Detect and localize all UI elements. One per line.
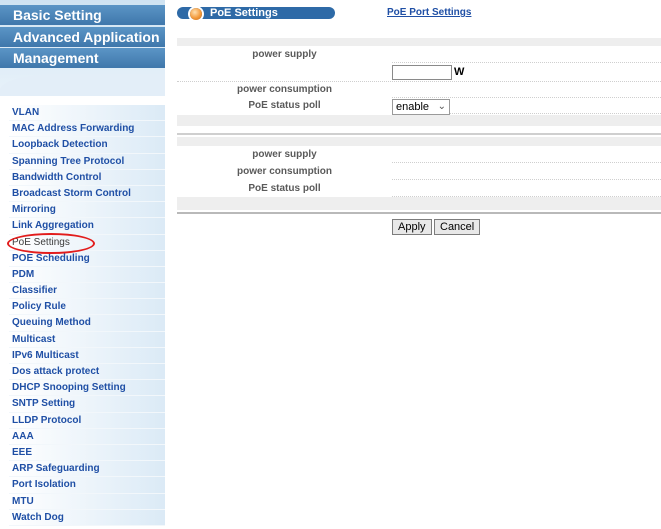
sidebar-item-arp-safeguarding[interactable]: ARP Safeguarding <box>9 461 165 478</box>
status-power-consumption-label: power consumption <box>177 164 392 180</box>
power-consumption-label: power consumption <box>177 82 392 98</box>
nav-decoration <box>0 74 165 96</box>
sidebar-item-spanning-tree-protocol[interactable]: Spanning Tree Protocol <box>9 153 165 170</box>
sidebar-item-loopback-detection[interactable]: Loopback Detection <box>9 137 165 154</box>
poe-status-poll-value: enable <box>396 101 430 113</box>
sidebar-item-queuing-method[interactable]: Queuing Method <box>9 315 165 332</box>
sidebar-item-classifier[interactable]: Classifier <box>9 283 165 300</box>
sidebar-item-sntp-setting[interactable]: SNTP Setting <box>9 396 165 413</box>
sidebar-item-policy-rule[interactable]: Policy Rule <box>9 299 165 316</box>
sidebar-item-mac-address-forwarding[interactable]: MAC Address Forwarding <box>9 121 165 138</box>
sidebar-menu: VLAN MAC Address Forwarding Loopback Det… <box>9 105 165 526</box>
status-row-power-consumption: power consumption <box>177 164 661 180</box>
poe-status-poll-select[interactable]: enable ⌄ <box>392 99 450 115</box>
section-header-band <box>177 38 661 46</box>
sidebar-item-bandwidth-control[interactable]: Bandwidth Control <box>9 169 165 186</box>
section-separator <box>177 133 661 135</box>
status-footer-band <box>177 197 661 210</box>
sidebar-item-dhcp-snooping-setting[interactable]: DHCP Snooping Setting <box>9 380 165 397</box>
sidebar-item-watch-dog[interactable]: Watch Dog <box>9 509 165 526</box>
sidebar-item-port-isolation[interactable]: Port Isolation <box>9 477 165 494</box>
page-title-label: PoE Settings <box>210 7 278 19</box>
power-supply-input[interactable] <box>392 65 452 80</box>
sidebar-item-poe-scheduling[interactable]: POE Scheduling <box>9 250 165 267</box>
sidebar-item-link-aggregation[interactable]: Link Aggregation <box>9 218 165 235</box>
top-navigation: Basic Setting Advanced Application Manag… <box>0 0 165 96</box>
apply-button[interactable]: Apply <box>392 219 432 235</box>
power-supply-label: power supply <box>177 47 392 63</box>
divider <box>177 212 661 214</box>
sidebar-item-pdm[interactable]: PDM <box>9 266 165 284</box>
sidebar-item-dos-attack-protect[interactable]: Dos attack protect <box>9 364 165 381</box>
cancel-button[interactable]: Cancel <box>434 219 481 235</box>
chevron-down-icon: ⌄ <box>437 101 446 112</box>
sidebar: Basic Setting Advanced Application Manag… <box>0 0 165 529</box>
status-header-band <box>177 137 661 146</box>
sidebar-item-lldp-protocol[interactable]: LLDP Protocol <box>9 412 165 429</box>
tab-basic-setting[interactable]: Basic Setting <box>0 5 165 25</box>
status-row-status-poll: PoE status poll <box>177 181 661 197</box>
status-poe-status-poll-label: PoE status poll <box>177 181 392 197</box>
sidebar-item-aaa[interactable]: AAA <box>9 428 165 445</box>
sidebar-item-poe-settings[interactable]: PoE Settings <box>9 234 165 251</box>
watt-unit: W <box>454 66 465 78</box>
sidebar-item-ipv6-multicast[interactable]: IPv6 Multicast <box>9 347 165 364</box>
sidebar-item-mtu[interactable]: MTU <box>9 493 165 510</box>
orb-icon <box>190 8 202 20</box>
sidebar-item-vlan[interactable]: VLAN <box>9 105 165 122</box>
sidebar-item-eee[interactable]: EEE <box>9 444 165 462</box>
tab-management[interactable]: Management <box>0 48 165 68</box>
sidebar-item-multicast[interactable]: Multicast <box>9 331 165 348</box>
page-title: PoE Settings <box>177 7 335 20</box>
sidebar-item-broadcast-storm-control[interactable]: Broadcast Storm Control <box>9 185 165 203</box>
tab-advanced-application[interactable]: Advanced Application <box>0 27 165 47</box>
status-power-supply-label: power supply <box>177 147 392 163</box>
poe-port-settings-link[interactable]: PoE Port Settings <box>387 7 471 18</box>
sidebar-item-mirroring[interactable]: Mirroring <box>9 202 165 219</box>
config-row-power-consumption: power consumption <box>177 82 661 98</box>
section-footer-band <box>177 115 661 126</box>
status-row-power-supply: power supply <box>177 147 661 163</box>
config-row-power-supply: power supply <box>177 47 661 63</box>
poe-status-poll-label: PoE status poll <box>177 98 392 114</box>
